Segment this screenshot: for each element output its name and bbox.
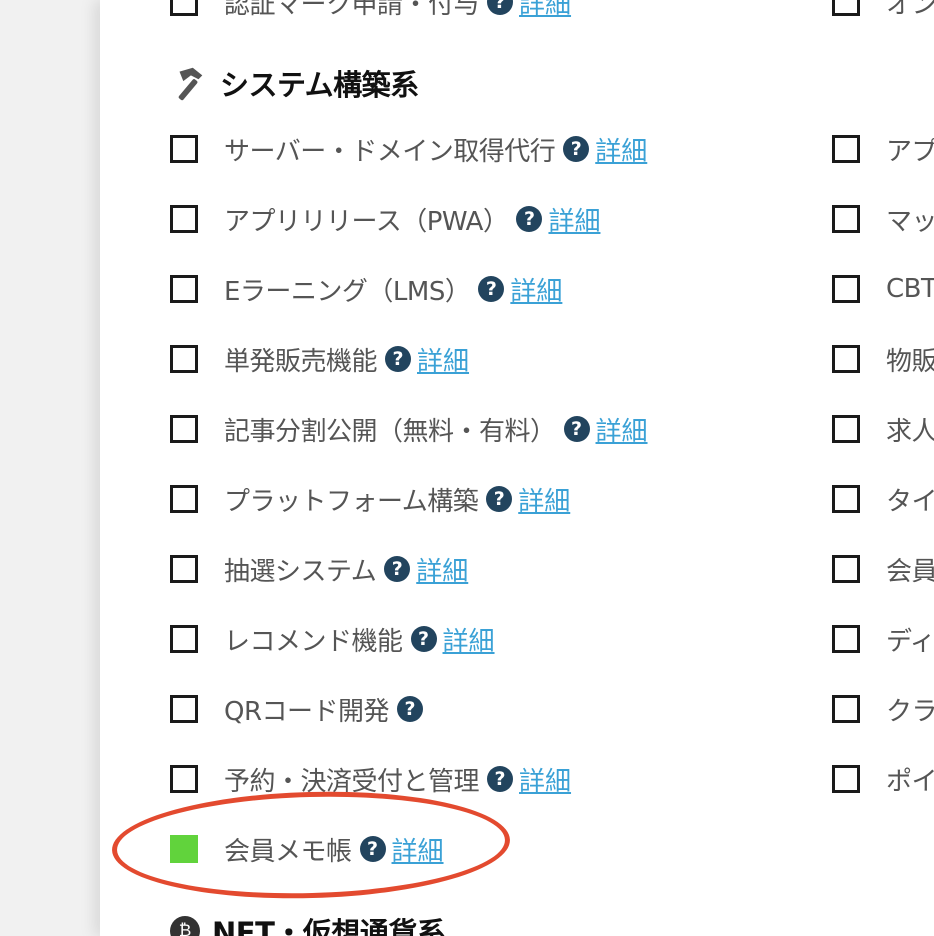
checkbox[interactable] [832, 205, 860, 233]
help-icon[interactable]: ? [487, 766, 514, 792]
checkbox[interactable] [832, 485, 860, 513]
option-row-right: CBT [832, 271, 934, 307]
help-icon[interactable]: ? [563, 416, 590, 442]
option-row-right: マッ [832, 201, 934, 237]
option-row: プラットフォーム構築 ? 詳細 [170, 481, 570, 517]
checkbox[interactable] [832, 695, 860, 723]
help-icon[interactable]: ? [516, 206, 543, 232]
option-label: オン [886, 0, 934, 20]
checkbox[interactable] [832, 0, 860, 16]
option-row: 予約・決済受付と管理 ? 詳細 [170, 761, 571, 797]
checkbox[interactable] [832, 555, 860, 583]
detail-link[interactable]: 詳細 [417, 341, 469, 378]
section-title: システム構築系 [220, 68, 419, 102]
option-label: CBT [886, 274, 934, 304]
option-row-right: 会員 [832, 551, 934, 587]
help-icon[interactable]: ? [410, 626, 437, 652]
help-icon[interactable]: ? [563, 136, 590, 162]
option-label: QRコード開発 [224, 696, 390, 727]
option-row-right: アプ [832, 131, 934, 167]
help-icon[interactable]: ? [359, 836, 386, 862]
checkbox[interactable] [832, 135, 860, 163]
checkbox[interactable] [832, 415, 860, 443]
option-row: サーバー・ドメイン取得代行 ? 詳細 [170, 131, 647, 167]
detail-link[interactable]: 詳細 [595, 131, 647, 168]
option-row-right: ポイ [832, 761, 934, 797]
option-label: レコメンド機能 [224, 626, 403, 657]
checkbox[interactable] [170, 135, 198, 163]
option-row: レコメンド機能 ? 詳細 [170, 621, 495, 657]
option-label: 会員メモ帳 [224, 836, 352, 867]
detail-link[interactable]: 詳細 [518, 481, 570, 518]
section-title: NFT・仮想通貨系 [212, 916, 446, 936]
option-label: ディ [886, 626, 934, 657]
option-row-certification-mark: 認証マーク申請・付与 ? 詳細 [170, 0, 571, 20]
option-row-right: クラ [832, 691, 934, 727]
option-row: 単発販売機能 ? 詳細 [170, 341, 469, 377]
detail-link[interactable]: 詳細 [443, 621, 495, 658]
checkbox[interactable] [170, 695, 198, 723]
option-row-member-memo: 会員メモ帳 ? 詳細 [170, 831, 444, 867]
detail-link[interactable]: 詳細 [392, 831, 444, 868]
option-label: ポイ [886, 766, 934, 797]
option-row: QRコード開発 ? [170, 691, 424, 727]
help-icon[interactable]: ? [478, 276, 505, 302]
option-label: サーバー・ドメイン取得代行 [224, 136, 556, 167]
options-panel: 認証マーク申請・付与 ? 詳細 オン システム構築系 サーバー・ドメイン取得代行… [100, 0, 934, 936]
option-row: 抽選システム ? 詳細 [170, 551, 468, 587]
checkbox[interactable] [170, 485, 198, 513]
checkbox[interactable] [832, 765, 860, 793]
help-icon[interactable]: ? [384, 556, 411, 582]
checkbox[interactable] [170, 765, 198, 793]
option-label: 物販 [886, 346, 934, 377]
option-row-right: 求人 [832, 411, 934, 447]
bitcoin-icon: ₿ [170, 916, 200, 936]
option-label: アプリリリース（PWA） [224, 206, 509, 237]
option-row: Eラーニング（LMS） ? 詳細 [170, 271, 562, 307]
section-heading-system: システム構築系 [170, 62, 419, 104]
option-row-right: 物販 [832, 341, 934, 377]
section-heading-nft: ₿ NFT・仮想通貨系 [170, 910, 446, 936]
option-label: Eラーニング（LMS） [224, 276, 471, 307]
detail-link[interactable]: 詳細 [548, 201, 600, 238]
help-icon[interactable]: ? [487, 0, 514, 15]
checkbox[interactable] [170, 345, 198, 373]
option-label: 単発販売機能 [224, 346, 378, 377]
checkbox[interactable] [170, 0, 198, 16]
option-label: プラットフォーム構築 [224, 486, 479, 517]
option-label: 求人 [886, 416, 934, 447]
option-label: クラ [886, 696, 934, 727]
option-label: 抽選システム [224, 556, 377, 587]
option-label: マッ [886, 206, 934, 237]
option-label: 予約・決済受付と管理 [224, 766, 480, 797]
checkbox[interactable] [170, 415, 198, 443]
option-row: 記事分割公開（無料・有料） ? 詳細 [170, 411, 648, 447]
help-icon[interactable]: ? [397, 696, 424, 722]
hammer-icon [178, 67, 203, 101]
detail-link[interactable]: 詳細 [519, 0, 571, 21]
option-row: アプリリリース（PWA） ? 詳細 [170, 201, 600, 237]
option-label: タイ [886, 486, 934, 517]
help-icon[interactable]: ? [385, 346, 412, 372]
checkbox[interactable] [170, 555, 198, 583]
detail-link[interactable]: 詳細 [596, 411, 648, 448]
option-row-right: ディ [832, 621, 934, 657]
checkbox[interactable] [832, 345, 860, 373]
detail-link[interactable]: 詳細 [416, 551, 468, 588]
option-label: アプ [886, 136, 934, 167]
detail-link[interactable]: 詳細 [519, 761, 571, 798]
checkbox[interactable] [170, 275, 198, 303]
option-row-right: タイ [832, 481, 934, 517]
checkbox-checked[interactable] [170, 835, 198, 863]
detail-link[interactable]: 詳細 [510, 271, 562, 308]
option-label: 記事分割公開（無料・有料） [224, 416, 556, 447]
option-label: 認証マーク申請・付与 [224, 0, 480, 20]
help-icon[interactable]: ? [486, 486, 513, 512]
checkbox[interactable] [832, 275, 860, 303]
checkbox[interactable] [832, 625, 860, 653]
checkbox[interactable] [170, 625, 198, 653]
checkbox[interactable] [170, 205, 198, 233]
option-label: 会員 [886, 556, 934, 587]
option-row-right-top: オン [832, 0, 934, 20]
